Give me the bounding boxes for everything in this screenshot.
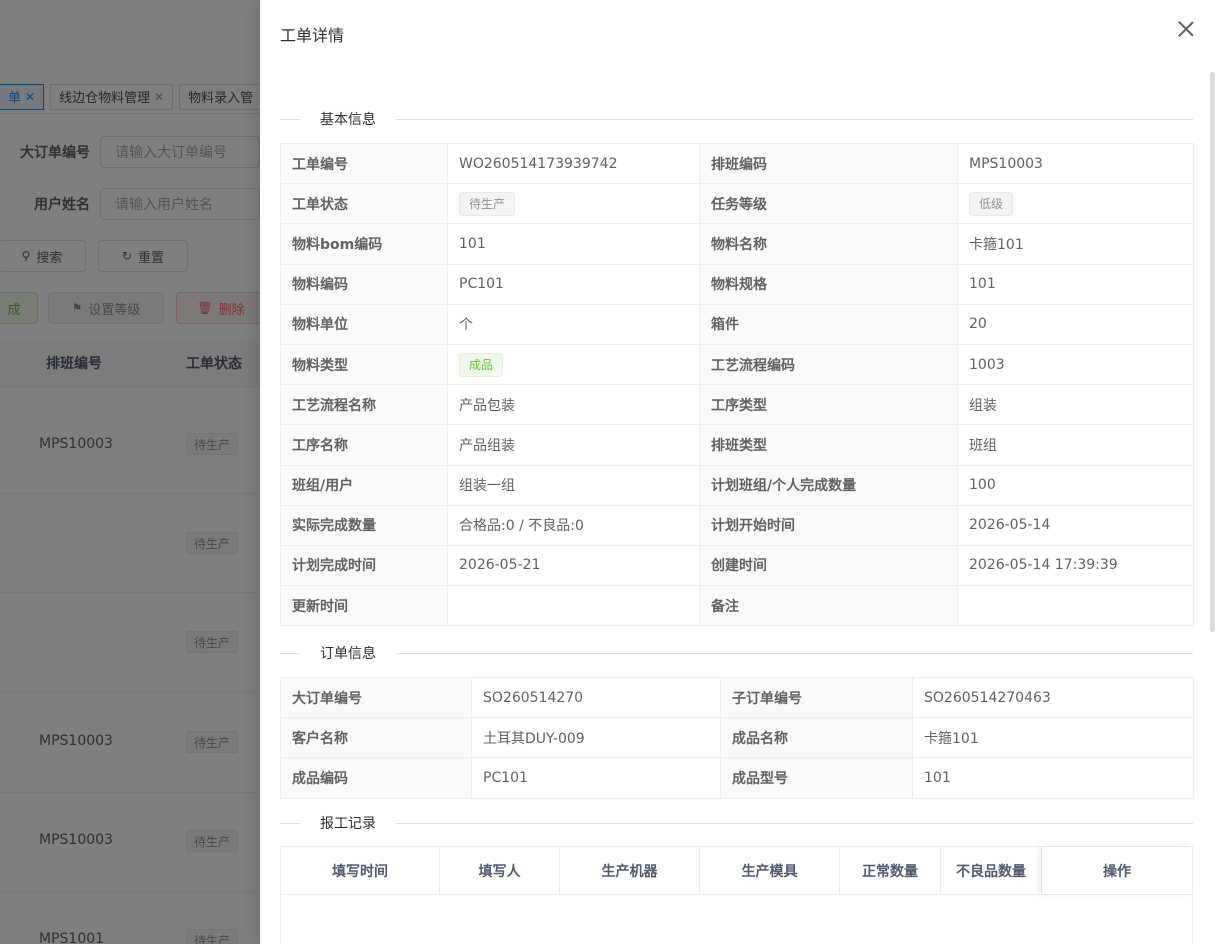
desc-row: 计划完成时间 2026-05-21 创建时间 2026-05-14 17:39:39 bbox=[280, 544, 1194, 587]
desc-row: 大订单编号 SO260514270 子订单编号 SO260514270463 bbox=[280, 676, 1194, 719]
desc-value: 2026-05-21 bbox=[447, 544, 700, 587]
desc-value: 2026-05-14 bbox=[957, 504, 1194, 546]
desc-value: 班组 bbox=[957, 424, 1194, 466]
desc-label: 计划开始时间 bbox=[699, 504, 958, 546]
section-divider bbox=[280, 653, 1193, 654]
desc-value: 组装 bbox=[957, 384, 1194, 426]
desc-label: 成品编码 bbox=[280, 757, 472, 799]
desc-label: 成品名称 bbox=[720, 717, 913, 759]
desc-row: 物料类型 成品 工艺流程编码 1003 bbox=[280, 343, 1194, 386]
desc-value: 产品组装 bbox=[447, 424, 700, 466]
desc-value: 土耳其DUY-009 bbox=[471, 717, 721, 759]
report-records-table: 填写时间 填写人 生产机器 生产模具 正常数量 不良品数量 操作 bbox=[280, 846, 1193, 944]
desc-label: 工序名称 bbox=[280, 424, 448, 466]
desc-value bbox=[957, 585, 1194, 627]
desc-label: 计划完成时间 bbox=[280, 544, 448, 587]
desc-value: SO260514270463 bbox=[912, 676, 1194, 719]
desc-label: 成品型号 bbox=[720, 757, 913, 799]
desc-row: 工艺流程名称 产品包装 工序类型 组装 bbox=[280, 384, 1194, 426]
desc-row: 物料bom编码 101 物料名称 卡箍101 bbox=[280, 223, 1194, 265]
desc-label: 物料单位 bbox=[280, 303, 448, 345]
desc-label: 工艺流程编码 bbox=[699, 343, 958, 386]
desc-label: 创建时间 bbox=[699, 544, 958, 587]
desc-label: 工艺流程名称 bbox=[280, 384, 448, 426]
desc-value: 组装一组 bbox=[447, 464, 700, 506]
order-info-table: 大订单编号 SO260514270 子订单编号 SO260514270463 客户名称土… bbox=[280, 676, 1194, 799]
desc-value: 个 bbox=[447, 303, 700, 345]
desc-row: 成品编码 PC101 成品型号 101 bbox=[280, 757, 1194, 799]
desc-label: 班组/用户 bbox=[280, 464, 448, 506]
desc-value: PC101 bbox=[447, 263, 700, 305]
desc-label: 物料规格 bbox=[699, 263, 958, 305]
col-mold[interactable]: 生产模具 bbox=[700, 847, 840, 894]
desc-value: 卡箍101 bbox=[912, 717, 1194, 759]
desc-value: WO260514173939742 bbox=[447, 142, 700, 185]
basic-info-table: 工单编号 WO260514173939742 排班编码 MPS10003 工单状态 待生产… bbox=[280, 142, 1194, 627]
desc-row: 工单状态 待生产 任务等级 低级 bbox=[280, 183, 1194, 225]
desc-value: 低级 bbox=[957, 183, 1194, 225]
desc-row: 客户名称 土耳其DUY-009 成品名称 卡箍101 bbox=[280, 717, 1194, 759]
desc-value: 101 bbox=[912, 757, 1194, 799]
desc-row: 班组/用户 组装一组 计划班组/个人完成数量 100 bbox=[280, 464, 1194, 506]
desc-label: 物料bom编码 bbox=[280, 223, 448, 265]
scrollbar-thumb[interactable] bbox=[1210, 72, 1215, 632]
desc-row: 实际完成数量 合格品:0 / 不良品:0 计划开始时间 2026-05-14 bbox=[280, 504, 1194, 546]
desc-label: 备注 bbox=[699, 585, 958, 627]
status-tag: 低级 bbox=[969, 191, 1014, 216]
report-table-header: 填写时间 填写人 生产机器 生产模具 正常数量 不良品数量 操作 bbox=[281, 847, 1192, 895]
desc-row: 工序名称 产品组装 排班类型 班组 bbox=[280, 424, 1194, 466]
desc-value: 2026-05-14 17:39:39 bbox=[957, 544, 1194, 587]
desc-value: 成品 bbox=[447, 343, 700, 386]
status-tag: 成品 bbox=[459, 352, 504, 377]
desc-label: 大订单编号 bbox=[280, 676, 472, 719]
desc-label: 计划班组/个人完成数量 bbox=[699, 464, 958, 506]
desc-row: 物料单位个箱件 20 bbox=[280, 303, 1194, 345]
desc-value: 待生产 bbox=[447, 183, 700, 225]
desc-row: 物料编码 PC101 物料规格 101 bbox=[280, 263, 1194, 305]
desc-label: 物料类型 bbox=[280, 343, 448, 386]
col-actions: 操作 bbox=[1042, 847, 1192, 894]
desc-label: 子订单编号 bbox=[720, 676, 913, 719]
desc-label: 物料编码 bbox=[280, 263, 448, 305]
desc-value: 101 bbox=[957, 263, 1194, 305]
status-tag: 待生产 bbox=[459, 191, 516, 216]
desc-label: 工序类型 bbox=[699, 384, 958, 426]
desc-label: 排班编码 bbox=[699, 142, 958, 185]
section-title-basic: 基本信息 bbox=[300, 109, 396, 129]
drawer-title: 工单详情 bbox=[280, 26, 345, 45]
section-divider bbox=[280, 119, 1193, 120]
desc-label: 工单状态 bbox=[280, 183, 448, 225]
desc-label: 更新时间 bbox=[280, 585, 448, 627]
col-defect-qty[interactable]: 不良品数量 bbox=[941, 847, 1042, 894]
desc-value: MPS10003 bbox=[957, 142, 1194, 185]
desc-value: PC101 bbox=[471, 757, 721, 799]
desc-value: 产品包装 bbox=[447, 384, 700, 426]
desc-value: 卡箍101 bbox=[957, 223, 1194, 265]
desc-label: 箱件 bbox=[699, 303, 958, 345]
close-icon[interactable] bbox=[1177, 20, 1195, 38]
desc-value: 20 bbox=[957, 303, 1194, 345]
col-machine[interactable]: 生产机器 bbox=[560, 847, 700, 894]
col-normal-qty[interactable]: 正常数量 bbox=[840, 847, 941, 894]
desc-value: SO260514270 bbox=[471, 676, 721, 719]
col-fill-time[interactable]: 填写时间 bbox=[281, 847, 440, 894]
desc-value bbox=[447, 585, 700, 627]
desc-value: 101 bbox=[447, 223, 700, 265]
desc-value: 1003 bbox=[957, 343, 1194, 386]
desc-row: 工单编号 WO260514173939742 排班编码 MPS10003 bbox=[280, 142, 1194, 185]
desc-value: 100 bbox=[957, 464, 1194, 506]
desc-label: 排班类型 bbox=[699, 424, 958, 466]
desc-row: 更新时间 备注 bbox=[280, 585, 1194, 627]
section-title-order: 订单信息 bbox=[300, 643, 396, 663]
col-filler[interactable]: 填写人 bbox=[440, 847, 560, 894]
work-order-detail-drawer: 工单详情 基本信息 工单编号 WO260514173939742 排班编码 MPS10… bbox=[260, 0, 1217, 944]
section-title-report: 报工记录 bbox=[300, 813, 396, 833]
desc-label: 任务等级 bbox=[699, 183, 958, 225]
desc-value: 合格品:0 / 不良品:0 bbox=[447, 504, 700, 546]
desc-label: 实际完成数量 bbox=[280, 504, 448, 546]
section-divider bbox=[280, 823, 1193, 824]
desc-label: 物料名称 bbox=[699, 223, 958, 265]
desc-label: 工单编号 bbox=[280, 142, 448, 185]
desc-label: 客户名称 bbox=[280, 717, 472, 759]
